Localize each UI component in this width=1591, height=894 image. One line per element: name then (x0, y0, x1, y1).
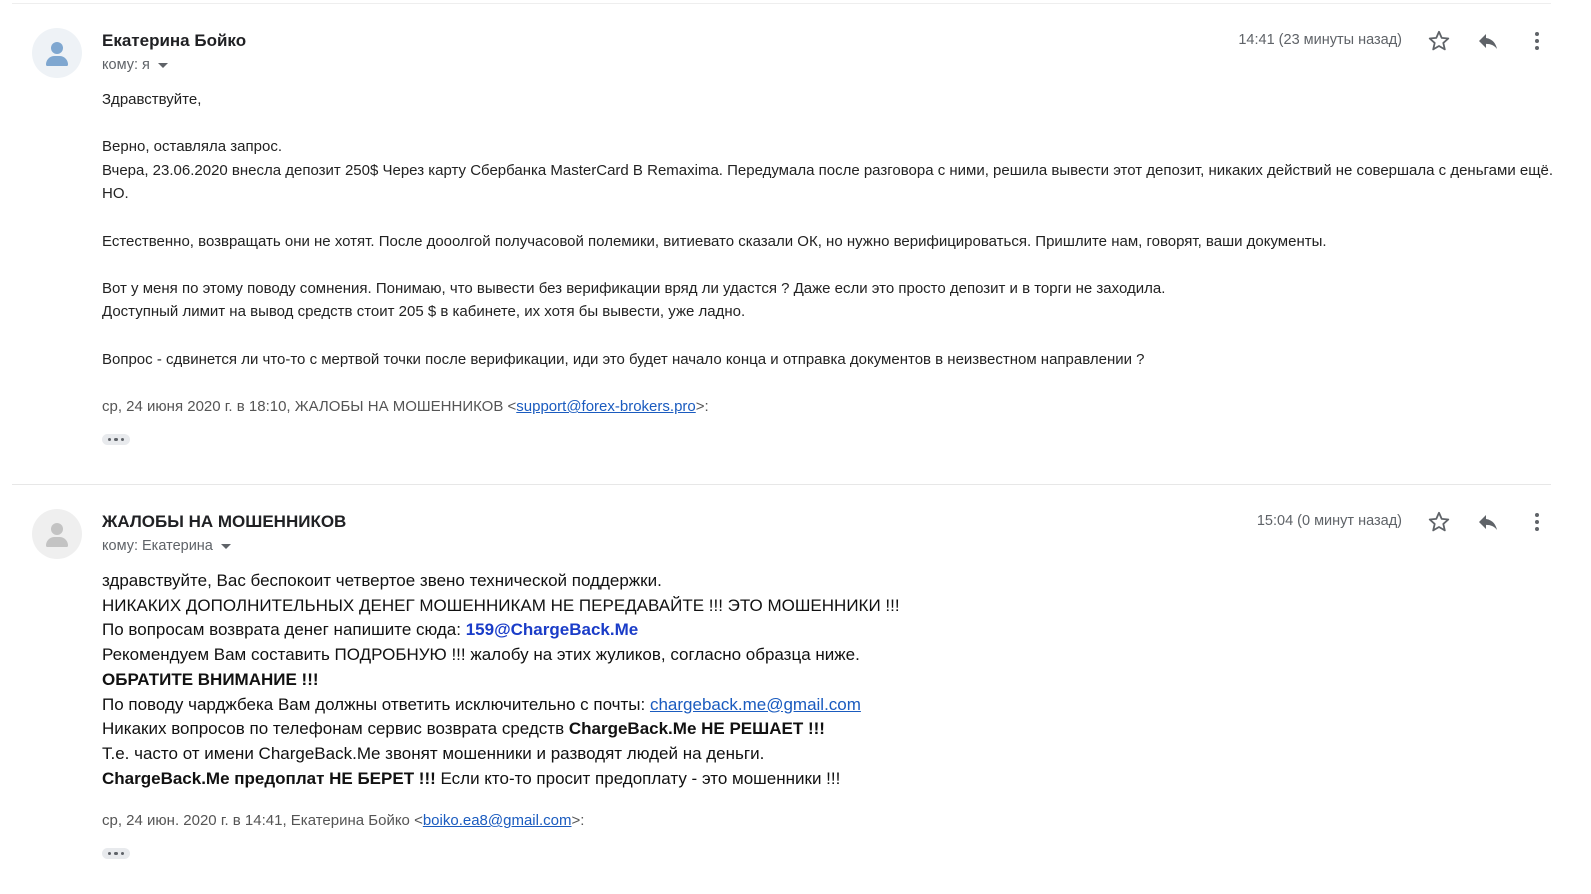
body-line: Рекомендуем Вам составить ПОДРОБНУЮ !!! … (102, 645, 860, 665)
body-line: здравствуйте, Вас беспокоит четвертое зв… (102, 571, 662, 590)
star-icon (1428, 30, 1450, 51)
quoted-header-suffix: >: (695, 398, 709, 415)
show-trimmed-content-button[interactable] (102, 848, 130, 859)
message-body: Здравствуйте, Верно, оставляла запрос. В… (102, 88, 1562, 395)
email-link[interactable]: boiko.ea8@gmail.com (423, 812, 572, 829)
notice-heading: ОБРАТИТЕ ВНИМАНИЕ !!! (102, 669, 319, 689)
message-time: 14:41 (23 минуты назад) (1238, 32, 1402, 48)
star-button[interactable] (1426, 509, 1452, 535)
body-line: По вопросам возврата денег напишите сюда… (102, 618, 1562, 643)
email-message-2: ЖАЛОБЫ НА МОШЕННИКОВ кому: Екатерина 15:… (0, 485, 1591, 894)
chevron-down-icon[interactable] (220, 543, 231, 549)
dot-icon (107, 437, 112, 442)
dot-icon (114, 851, 118, 856)
sender-avatar[interactable] (32, 509, 82, 559)
quoted-header-suffix: >: (571, 812, 585, 829)
quoted-header-prefix: ср, 24 июн. 2020 г. в 14:41, Екатерина Б… (102, 812, 423, 829)
sender-name[interactable]: Екатерина Бойко (102, 31, 246, 51)
person-icon (51, 523, 63, 535)
body-text: По вопросам возврата денег напишите сюда… (102, 620, 466, 640)
body-line: По поводу чарджбека Вам должны ответить … (102, 693, 1562, 718)
chargeback-email[interactable]: 159@ChargeBack.Me (466, 620, 639, 639)
quoted-header: ср, 24 июня 2020 г. в 18:10, ЖАЛОБЫ НА М… (102, 398, 709, 415)
dot-icon (114, 437, 118, 442)
person-icon-body (46, 537, 68, 547)
recipient-label: кому: Екатерина (102, 538, 213, 554)
show-trimmed-content-button[interactable] (102, 434, 130, 445)
dot-icon (107, 851, 112, 856)
body-line: ОБРАТИТЕ ВНИМАНИЕ !!! (102, 668, 1562, 693)
quoted-header-prefix: ср, 24 июня 2020 г. в 18:10, ЖАЛОБЫ НА М… (102, 398, 517, 415)
reply-button[interactable] (1475, 28, 1501, 54)
sender-avatar[interactable] (32, 28, 82, 78)
body-text: Никаких вопросов по телефонам сервис воз… (102, 719, 569, 739)
email-link[interactable]: chargeback.me@gmail.com (650, 695, 861, 714)
dot-icon (120, 851, 125, 856)
dot-icon (120, 437, 125, 442)
body-bold-text: ChargeBack.Me НЕ РЕШАЕТ !!! (568, 719, 825, 739)
recipient-line[interactable]: кому: Екатерина (102, 538, 231, 554)
body-paragraph: Естественно, возвращать они не хотят. По… (102, 232, 1327, 250)
more-vert-icon (1535, 32, 1539, 50)
star-button[interactable] (1426, 28, 1452, 54)
reply-button[interactable] (1475, 509, 1501, 535)
email-link[interactable]: support@forex-brokers.pro (516, 398, 695, 415)
quoted-header: ср, 24 июн. 2020 г. в 14:41, Екатерина Б… (102, 812, 584, 829)
person-icon-body (46, 56, 68, 66)
reply-icon (1479, 34, 1497, 49)
message-body: здравствуйте, Вас беспокоит четвертое зв… (102, 569, 1562, 791)
body-line: Т.е. часто от имени ChargeBack.Me звонят… (102, 743, 765, 763)
reply-icon (1479, 515, 1497, 530)
more-options-button[interactable] (1524, 28, 1550, 54)
body-paragraph: Доступный лимит на вывод средств стоит 2… (102, 303, 746, 321)
body-line: НИКАКИХ ДОПОЛНИТЕЛЬНЫХ ДЕНЕГ МОШЕННИКАМ … (102, 595, 900, 615)
message-time: 15:04 (0 минут назад) (1256, 513, 1402, 529)
star-icon (1428, 511, 1450, 532)
more-vert-icon (1535, 513, 1539, 531)
body-text: Если кто-то просит предоплату - это моше… (435, 768, 841, 788)
sender-name[interactable]: ЖАЛОБЫ НА МОШЕННИКОВ (102, 512, 346, 532)
body-paragraph: Вопрос - сдвинется ли что-то с мертвой т… (102, 350, 1145, 368)
recipient-line[interactable]: кому: я (102, 57, 168, 73)
body-text: По поводу чарджбека Вам должны ответить … (102, 694, 650, 714)
person-icon (51, 42, 63, 54)
body-line: Никаких вопросов по телефонам сервис воз… (102, 717, 1562, 742)
body-paragraph: Вчера, 23.06.2020 внесла депозит 250$ Че… (102, 161, 1554, 203)
chevron-down-icon[interactable] (157, 62, 168, 68)
body-bold-text: ChargeBack.Me предоплат НЕ БЕРЕТ !!! (102, 768, 436, 788)
recipient-label: кому: я (102, 57, 150, 73)
greeting: Здравствуйте, (102, 91, 202, 108)
body-paragraph: Вот у меня по этому поводу сомнения. Пон… (102, 279, 1166, 297)
body-paragraph: Верно, оставляла запрос. (102, 138, 282, 156)
email-message-1: Екатерина Бойко кому: я 14:41 (23 минуты… (0, 0, 1591, 484)
more-options-button[interactable] (1524, 509, 1550, 535)
body-line: ChargeBack.Me предоплат НЕ БЕРЕТ !!! Есл… (102, 767, 1562, 792)
